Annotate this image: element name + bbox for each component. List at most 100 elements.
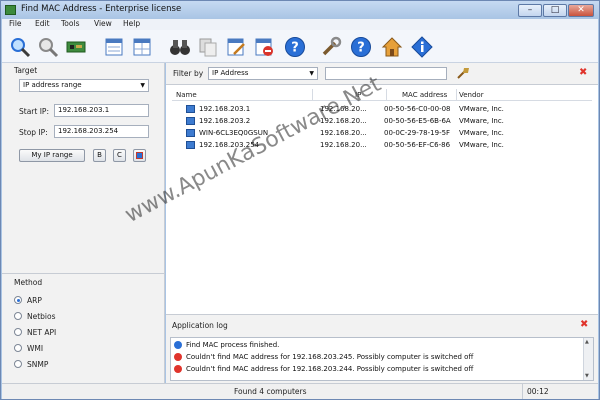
row-vendor: VMware, Inc. [459,141,504,149]
help-icon[interactable]: ? [282,33,308,60]
menu-bar: File Edit Tools View Help [2,19,598,30]
method-snmp-label: SNMP [27,360,49,369]
filter-by-value: IP Address [212,69,249,77]
method-snmp-radio[interactable] [14,360,22,368]
log-entry: Couldn't find MAC address for 192.168.20… [173,364,578,375]
find-mac-icon[interactable] [7,33,33,60]
target-heading: Target [14,66,38,75]
method-netapi-radio[interactable] [14,328,22,336]
column-header-name[interactable]: Name [176,91,197,99]
filter-by-select[interactable]: IP Address ▼ [208,67,318,80]
divider [2,273,165,274]
network-card-icon[interactable] [63,33,89,60]
table-row[interactable]: WIN-6CL3EQ0GSUN 192.168.20... 00-0C-29-7… [172,128,592,139]
log-heading: Application log [172,321,228,330]
svg-text:?: ? [357,40,365,55]
filter-label: Filter by [173,69,204,78]
row-ip: 192.168.20... [320,117,367,125]
scroll-down-icon[interactable]: ▼ [585,373,589,379]
clear-filter-icon[interactable]: ✖ [579,67,587,78]
edit-icon[interactable] [223,33,249,60]
delete-icon[interactable] [251,33,277,60]
class-b-button[interactable]: B [93,149,106,162]
status-message: Found 4 computers [234,387,307,396]
filter-text-input[interactable] [325,67,447,80]
stop-ip-field[interactable]: 192.168.203.254 [54,125,149,138]
row-mac: 00-50-56-E5-6B-6A [384,117,451,125]
method-wmi-radio[interactable] [14,344,22,352]
computer-icon [186,141,195,149]
row-mac: 00-50-56-EF-C6-86 [384,141,451,149]
clear-log-icon[interactable]: ✖ [580,319,588,330]
column-header-vendor[interactable]: Vendor [459,91,484,99]
svg-text:?: ? [291,40,299,55]
start-ip-field[interactable]: 192.168.203.1 [54,104,149,117]
row-ip: 192.168.20... [320,105,367,113]
row-name: 192.168.203.1 [199,105,251,113]
column-header-ip[interactable]: IP [355,91,361,99]
method-netbios-radio[interactable] [14,312,22,320]
row-mac: 00-0C-29-78-19-5F [384,129,451,137]
start-ip-label: Start IP: [19,107,49,116]
wrench-icon[interactable] [318,33,344,60]
status-elapsed: 00:12 [527,387,549,396]
row-name: WIN-6CL3EQ0GSUN [199,129,269,137]
method-netapi-label: NET API [27,328,57,337]
log-text: Find MAC process finished. [186,341,280,349]
log-text: Couldn't find MAC address for 192.168.20… [186,353,474,361]
table-row[interactable]: 192.168.203.254 192.168.20... 00-50-56-E… [172,140,592,151]
menu-file[interactable]: File [9,19,22,28]
log-scrollbar[interactable]: ▲ ▼ [583,338,593,380]
target-mode-select[interactable]: IP address range ▼ [19,79,149,92]
filter-bar: Filter by IP Address ▼ ✖ [166,63,598,85]
log-text: Couldn't find MAC address for 192.168.20… [186,365,474,373]
row-vendor: VMware, Inc. [459,105,504,113]
application-log-panel: Application log ✖ Find MAC process finis… [166,314,598,383]
menu-edit[interactable]: Edit [35,19,50,28]
row-name: 192.168.203.2 [199,117,251,125]
close-button[interactable]: ✕ [568,4,594,17]
computer-icon [186,105,195,113]
column-header-mac[interactable]: MAC address [402,91,447,99]
binoculars-icon[interactable] [167,33,193,60]
info-icon [174,341,182,349]
table-row[interactable]: 192.168.203.1 192.168.20... 00-50-56-C0-… [172,104,592,115]
minimize-button[interactable]: – [518,4,542,17]
row-vendor: VMware, Inc. [459,117,504,125]
row-name: 192.168.203.254 [199,141,260,149]
row-vendor: VMware, Inc. [459,129,504,137]
window-title: Find MAC Address - Enterprise license [21,4,182,14]
computer-icon [186,117,195,125]
export-table-icon[interactable] [129,33,155,60]
home-icon[interactable] [379,33,405,60]
chevron-down-icon: ▼ [309,70,314,77]
export-icon[interactable] [101,33,127,60]
broom-icon[interactable] [456,66,470,82]
left-panel: Target IP address range ▼ Start IP: 192.… [2,63,165,383]
row-mac: 00-50-56-C0-00-08 [384,105,451,113]
table-row[interactable]: 192.168.203.2 192.168.20... 00-50-56-E5-… [172,116,592,127]
app-window: Find MAC Address - Enterprise license – … [0,0,600,400]
method-netbios-label: Netbios [27,312,56,321]
scroll-up-icon[interactable]: ▲ [585,339,589,345]
menu-help[interactable]: Help [123,19,140,28]
results-header: Name IP MAC address Vendor [172,89,592,101]
error-icon [174,353,182,361]
status-bar: Found 4 computers 00:12 [2,383,598,399]
info-icon[interactable] [409,33,435,60]
log-list: Find MAC process finished. Couldn't find… [170,337,594,381]
my-ip-range-button[interactable]: My IP range [19,149,85,162]
method-heading: Method [14,278,43,287]
menu-tools[interactable]: Tools [61,19,79,28]
log-entry: Couldn't find MAC address for 192.168.20… [173,352,578,363]
target-mode-value: IP address range [23,81,82,89]
maximize-button[interactable]: □ [543,4,567,17]
copy-icon[interactable] [195,33,221,60]
find-icon[interactable] [35,33,61,60]
range-icon [136,152,143,159]
menu-view[interactable]: View [94,19,112,28]
custom-range-button[interactable] [133,149,146,162]
class-c-button[interactable]: C [113,149,126,162]
method-arp-radio[interactable] [14,296,22,304]
help-icon[interactable]: ? [348,33,374,60]
